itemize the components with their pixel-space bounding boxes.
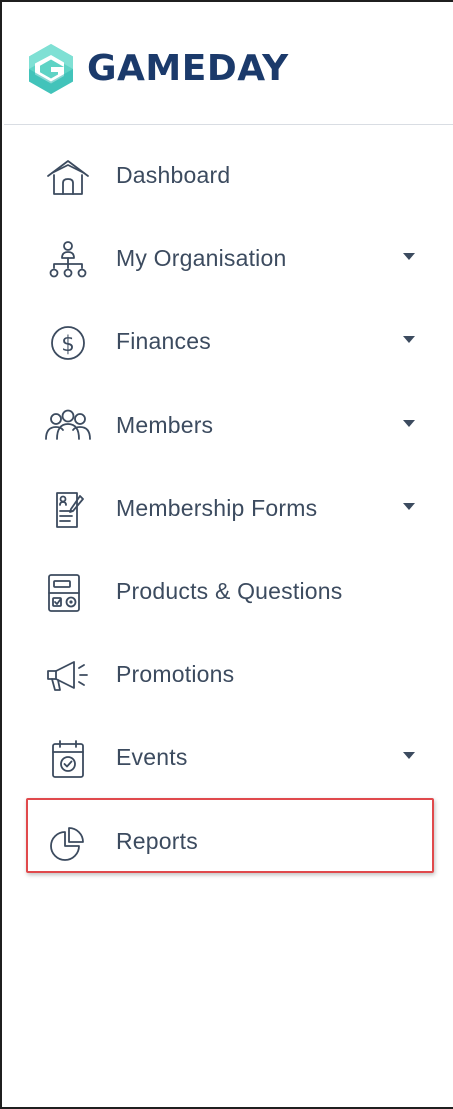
sidebar-item-label: Products & Questions (116, 578, 343, 604)
gameday-logo-icon (26, 42, 76, 96)
sidebar-item-membership-forms[interactable]: Membership Forms (4, 478, 453, 538)
sidebar-item-label: Dashboard (116, 162, 231, 188)
sidebar-item-events[interactable]: Events (4, 727, 453, 787)
sidebar-item-products-questions[interactable]: Products & Questions (4, 561, 453, 621)
chevron-down-icon[interactable] (403, 503, 415, 510)
megaphone-icon (44, 656, 92, 696)
sidebar-item-promotions[interactable]: Promotions (4, 644, 453, 704)
pie-chart-icon (44, 823, 92, 863)
sidebar-item-dashboard[interactable]: Dashboard (4, 145, 453, 205)
sidebar-panel: GAMEDAY Dashboard My Organisation $ Fina… (0, 0, 453, 1109)
sidebar-item-label: Membership Forms (116, 495, 318, 521)
sidebar-item-label: Finances (116, 328, 211, 354)
calendar-icon (44, 739, 92, 779)
products-icon (44, 573, 92, 613)
sidebar-item-label: Reports (116, 828, 198, 854)
sidebar-item-label: Members (116, 412, 214, 438)
sidebar-item-my-organisation[interactable]: My Organisation (4, 228, 453, 288)
sidebar-item-reports[interactable]: Reports (4, 811, 453, 871)
members-icon (44, 407, 92, 447)
dollar-circle-icon: $ (44, 323, 92, 363)
chevron-down-icon[interactable] (403, 253, 415, 260)
chevron-down-icon[interactable] (403, 336, 415, 343)
brand-name[interactable]: GAMEDAY (87, 46, 289, 92)
sidebar-item-label: Events (116, 744, 188, 770)
chevron-down-icon[interactable] (403, 420, 415, 427)
chevron-down-icon[interactable] (403, 752, 415, 759)
svg-text:$: $ (61, 332, 74, 356)
logo-header: GAMEDAY (4, 4, 453, 125)
sidebar-item-label: My Organisation (116, 245, 287, 271)
sidebar-item-label: Promotions (116, 661, 235, 687)
form-icon (44, 490, 92, 530)
sidebar-item-members[interactable]: Members (4, 395, 453, 455)
sidebar-item-finances[interactable]: $ Finances (4, 311, 453, 371)
org-chart-icon (44, 240, 92, 280)
home-icon (44, 157, 92, 197)
